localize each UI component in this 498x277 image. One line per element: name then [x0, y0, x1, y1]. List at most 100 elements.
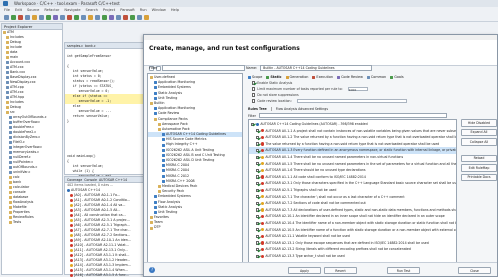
rule-row[interactable]: AUTOSAR A2-7-1 The character \ shall not…: [249, 194, 456, 201]
tab-execution[interactable]: Execution: [312, 75, 333, 79]
toolbar-button-icon[interactable]: [60, 14, 65, 20]
rule-row[interactable]: AUTOSAR A0-1-6 There should be no unused…: [249, 167, 456, 174]
rule-checkbox[interactable]: [256, 254, 260, 258]
menu-item[interactable]: Window: [152, 8, 166, 12]
rule-row[interactable]: AUTOSAR A1-1-1 All code shall conform to…: [249, 174, 456, 181]
side-button-edit-rulemap[interactable]: Edit RuleMap: [461, 164, 497, 172]
toolbar-button-icon[interactable]: [39, 14, 44, 20]
rule-row[interactable]: AUTOSAR A2-5-1 Trigraphs shall not be us…: [249, 187, 456, 194]
rule-checkbox[interactable]: [256, 162, 260, 166]
rule-row[interactable]: The value returned by a function having …: [249, 141, 456, 148]
toolbar-button-icon[interactable]: [81, 14, 86, 20]
tab-generation[interactable]: Generation: [285, 75, 308, 79]
toolbar-button-icon[interactable]: [116, 14, 121, 20]
rule-checkbox[interactable]: [256, 129, 260, 133]
tab-code-review[interactable]: Code Review: [337, 75, 363, 79]
rule-row[interactable]: AUTOSAR A0-1-5 There shall be no unused …: [249, 161, 456, 168]
rule-checkbox[interactable]: [256, 182, 260, 186]
rule-filter-input[interactable]: [258, 113, 447, 118]
rule-checkbox[interactable]: [256, 201, 260, 206]
side-button-hide-disabled[interactable]: Hide Disabled: [461, 119, 497, 127]
static-option[interactable]: Limit maximum number of tasks reported p…: [252, 87, 498, 92]
menu-item[interactable]: Search: [86, 8, 98, 12]
toolbar-button-icon[interactable]: [144, 14, 149, 20]
tab-static[interactable]: Static: [266, 75, 282, 79]
rule-checkbox[interactable]: [251, 122, 255, 126]
option-checkbox[interactable]: [252, 99, 256, 103]
toolbar-button-icon[interactable]: [32, 14, 37, 20]
rule-row[interactable]: AUTOSAR A2-13-2 String literals with dif…: [249, 246, 456, 253]
static-option[interactable]: Code review location:: [252, 99, 498, 103]
side-button-reload[interactable]: Reload: [461, 154, 497, 162]
toolbar-button-icon[interactable]: [137, 14, 142, 20]
toolbar-button-icon[interactable]: [102, 14, 107, 20]
rule-checkbox[interactable]: [256, 208, 260, 212]
close-button[interactable]: Close: [458, 267, 491, 274]
rule-checkbox[interactable]: [256, 188, 260, 192]
side-button-collapse-all[interactable]: Collapse All: [461, 138, 497, 146]
rule-checkbox[interactable]: [256, 221, 260, 225]
menu-item[interactable]: Navigate: [64, 8, 80, 12]
tab-goals[interactable]: Goals: [390, 75, 404, 79]
toolbar-button-icon[interactable]: [46, 14, 51, 20]
rule-row[interactable]: AUTOSAR A2-11-1 Volatile keyword shall n…: [249, 233, 456, 240]
rule-checkbox[interactable]: [256, 175, 260, 179]
option-checkbox[interactable]: [252, 93, 256, 97]
bottom-tab[interactable]: Coverage: [67, 178, 82, 182]
rule-checkbox[interactable]: [256, 241, 260, 245]
toolbar-button-icon[interactable]: [88, 14, 93, 20]
rule-checkbox[interactable]: [256, 215, 260, 219]
toolbar-button-icon[interactable]: [11, 14, 16, 20]
menu-item[interactable]: Edit: [15, 8, 22, 12]
apply-button[interactable]: Apply: [288, 267, 321, 274]
toolbar-button-icon[interactable]: [18, 14, 23, 20]
menu-item[interactable]: File: [4, 8, 10, 12]
option-checkbox[interactable]: [252, 81, 256, 85]
rule-checkbox[interactable]: [256, 155, 260, 159]
rule-row[interactable]: AUTOSAR A2-7-3 All declarations of user-…: [249, 207, 456, 214]
rule-tab[interactable]: Flow Analysis Advanced Settings: [276, 107, 328, 111]
toolbar-button-icon[interactable]: [4, 14, 9, 20]
project-tree-item[interactable]: Tests: [2, 220, 62, 225]
rule-checkbox[interactable]: [256, 247, 260, 252]
toolbar-button-icon[interactable]: [130, 14, 135, 20]
rule-row[interactable]: AUTOSAR A2-7-2 Sections of code shall no…: [249, 200, 456, 207]
rule-checkbox[interactable]: [256, 228, 260, 232]
static-option[interactable]: Do not store suppressions: [252, 93, 498, 97]
rule-row[interactable]: AUTOSAR C++14 Coding Guidelines (AUTOSAR…: [249, 121, 456, 128]
rule-row[interactable]: AUTOSAR A0-1-1 A project shall not conta…: [249, 128, 456, 135]
side-button-printable-docs[interactable]: Printable Docs: [461, 173, 497, 181]
rule-checkbox[interactable]: [256, 149, 260, 153]
rule-tab[interactable]: Rules Tree: [248, 107, 267, 111]
bottom-tab[interactable]: Console: [84, 178, 97, 182]
editor-tab[interactable]: samples.c: [67, 44, 83, 48]
menu-item[interactable]: Refactor: [44, 8, 59, 12]
menu-item[interactable]: Parasoft: [120, 8, 135, 12]
toolbar-button-icon[interactable]: [67, 14, 72, 20]
menu-item[interactable]: Source: [27, 8, 39, 12]
toolbar-button-icon[interactable]: [74, 14, 79, 20]
toolbar-button-icon[interactable]: [53, 14, 58, 20]
rule-row[interactable]: AUTOSAR A0-1-3 Every function defined in…: [249, 147, 456, 154]
revert-button[interactable]: Revert: [324, 267, 357, 274]
rule-checkbox[interactable]: [256, 142, 260, 146]
max-tasks-field[interactable]: 1000: [347, 87, 368, 92]
toolbar-button-icon[interactable]: [95, 14, 100, 20]
editor-tab[interactable]: bank.c: [85, 44, 96, 48]
bottom-tab[interactable]: AUTOSAR C++14: [99, 178, 127, 182]
rule-row[interactable]: AUTOSAR A2-13-1 Only those escape sequen…: [249, 240, 456, 247]
menu-item[interactable]: Help: [171, 8, 179, 12]
toolbar-button-icon[interactable]: [25, 14, 30, 20]
rule-row[interactable]: AUTOSAR A2-13-3 Type wchar_t shall not b…: [249, 253, 456, 260]
help-icon[interactable]: ?: [149, 267, 155, 273]
toolbar-button-icon[interactable]: [109, 14, 114, 20]
menu-item[interactable]: Run: [140, 8, 147, 12]
rule-row[interactable]: AUTOSAR A2-3-1 Only those characters spe…: [249, 180, 456, 187]
rule-row[interactable]: AUTOSAR A2-10-5 An identifier name of a …: [249, 227, 456, 234]
tab-common[interactable]: Common: [366, 75, 386, 79]
rule-row[interactable]: AUTOSAR A0-1-4 There shall be no unused …: [249, 154, 456, 161]
tab-scope[interactable]: Scope: [248, 75, 262, 79]
rule-checkbox[interactable]: [256, 135, 260, 140]
run-test-button[interactable]: Run Test: [387, 267, 420, 274]
bottom-tree-item[interactable]: [A16] - AUTOSAR A3-1-5 A func...: [65, 273, 143, 277]
